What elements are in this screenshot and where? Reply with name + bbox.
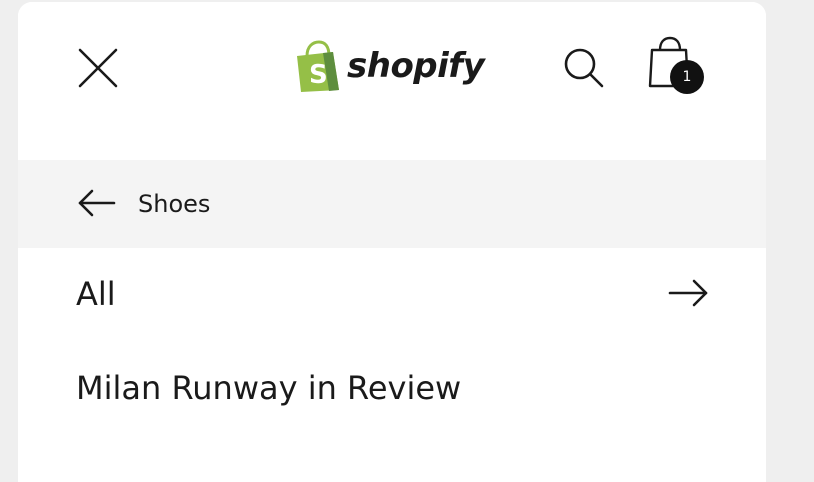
search-icon	[564, 48, 604, 88]
close-icon	[78, 48, 118, 88]
cart-count-badge: 1	[670, 60, 704, 94]
cart-button[interactable]: 1	[646, 36, 708, 98]
submenu-back-button[interactable]: Shoes	[18, 160, 766, 248]
mobile-menu-drawer: S shopify 1 Shoes All Milan Runway in Re…	[18, 2, 766, 482]
menu-header: S shopify 1	[18, 2, 766, 160]
menu-item-label: Milan Runway in Review	[76, 369, 462, 407]
close-menu-button[interactable]	[76, 46, 120, 90]
menu-item-all[interactable]: All	[18, 248, 766, 340]
menu-item-milan-runway-in-review[interactable]: Milan Runway in Review	[18, 342, 766, 434]
search-button[interactable]	[562, 46, 606, 90]
brand-wordmark: shopify	[347, 46, 485, 86]
arrow-right-icon	[668, 279, 708, 307]
menu-item-label: All	[76, 275, 116, 313]
svg-text:S: S	[309, 60, 328, 90]
submenu-title: Shoes	[138, 190, 211, 218]
store-logo-link[interactable]: S shopify	[293, 38, 485, 98]
shopify-bag-icon: S	[297, 40, 339, 92]
arrow-left-icon	[78, 189, 116, 217]
